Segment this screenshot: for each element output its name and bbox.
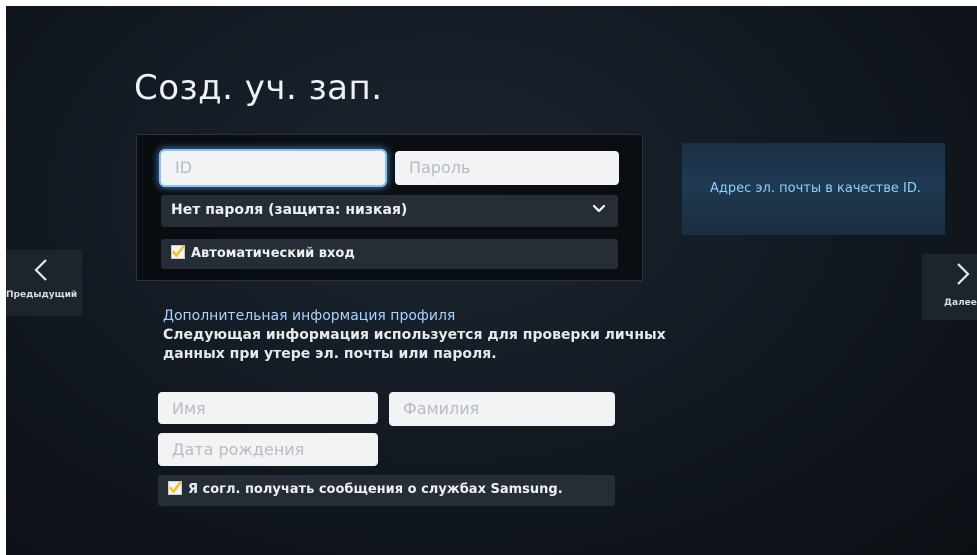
last-name-field[interactable]: Фамилия	[389, 392, 615, 426]
first-name-field[interactable]: Имя	[158, 392, 378, 424]
samsung-consent-label: Я согл. получать сообщения о службах Sam…	[188, 482, 563, 497]
password-field[interactable]: Пароль	[395, 151, 619, 185]
samsung-consent-checkbox[interactable]: Я согл. получать сообщения о службах Sam…	[158, 475, 615, 506]
profile-info: Дополнительная информация профиля Следую…	[163, 307, 666, 364]
login-panel: ID Пароль Нет пароля (защита: низкая) Ав…	[136, 134, 643, 281]
next-button[interactable]: Далее	[922, 254, 977, 320]
profile-heading: Дополнительная информация профиля	[163, 308, 456, 324]
checkbox-checked-icon	[168, 481, 182, 495]
chevron-down-icon	[592, 204, 606, 213]
password-mode-dropdown[interactable]: Нет пароля (защита: низкая)	[161, 195, 618, 227]
birthdate-field[interactable]: Дата рождения	[158, 433, 378, 466]
help-panel: Адрес эл. почты в качестве ID.	[682, 143, 945, 235]
prev-label: Предыдущий	[6, 290, 78, 300]
profile-description-line2: данных при утере эл. почты или пароля.	[163, 346, 497, 362]
auto-login-label: Автоматический вход	[191, 246, 355, 261]
auto-login-checkbox[interactable]: Автоматический вход	[161, 239, 618, 269]
prev-button[interactable]: Предыдущий	[6, 250, 82, 316]
page-title: Созд. уч. зап.	[134, 68, 383, 108]
profile-description-line1: Следующая информация используется для пр…	[163, 327, 666, 343]
chevron-right-icon	[957, 263, 970, 285]
chevron-left-icon	[34, 259, 47, 281]
password-mode-label: Нет пароля (защита: низкая)	[171, 202, 408, 218]
tv-screen: Созд. уч. зап. ID Пароль Нет пароля (защ…	[6, 6, 977, 555]
next-label: Далее	[944, 298, 977, 308]
help-hint: Адрес эл. почты в качестве ID.	[710, 181, 922, 196]
id-field[interactable]: ID	[161, 151, 385, 185]
checkbox-checked-icon	[171, 245, 185, 259]
